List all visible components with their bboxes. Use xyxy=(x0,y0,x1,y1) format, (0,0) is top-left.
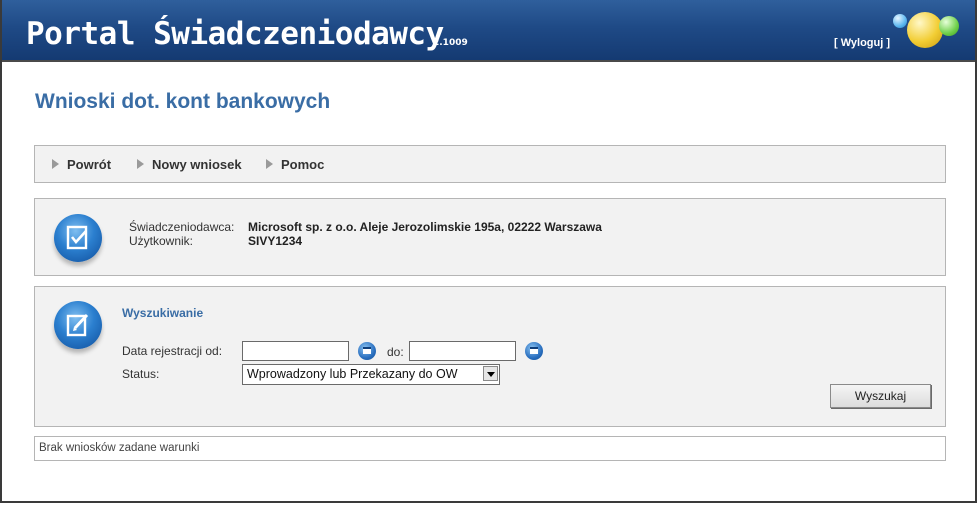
arrow-right-icon xyxy=(137,159,144,169)
arrow-right-icon xyxy=(266,159,273,169)
checkbox-document-icon xyxy=(54,214,102,262)
date-from-label: Data rejestracji od: xyxy=(122,344,223,358)
result-message-box: Brak wniosków zadane warunki xyxy=(34,436,946,461)
back-button[interactable]: Powrót xyxy=(52,157,111,172)
status-label: Status: xyxy=(122,367,160,381)
arrow-right-icon xyxy=(52,159,59,169)
logo-bubble-green xyxy=(939,16,959,36)
app-title: Portal Świadczeniodawcy xyxy=(26,16,444,52)
date-to-input[interactable] xyxy=(409,341,516,361)
app-window: Portal Świadczeniodawcy 2.1009 [ Wyloguj… xyxy=(0,0,977,503)
date-to-label: do: xyxy=(387,345,404,359)
help-button-label: Pomoc xyxy=(281,157,325,172)
user-value: SIVY1234 xyxy=(248,234,303,248)
user-label: Użytkownik: xyxy=(129,234,194,248)
provider-label: Świadczeniodawca: xyxy=(129,220,235,234)
info-panel: Świadczeniodawca: Microsoft sp. z o.o. A… xyxy=(34,198,946,276)
provider-value: Microsoft sp. z o.o. Aleje Jerozolimskie… xyxy=(248,220,602,234)
app-version: 2.1009 xyxy=(433,38,468,48)
date-from-input[interactable] xyxy=(242,341,349,361)
page-title: Wnioski dot. kont bankowych xyxy=(35,90,331,113)
status-select[interactable]: Wprowadzony lub Przekazany do OW xyxy=(242,364,500,385)
chevron-down-icon[interactable] xyxy=(483,366,498,381)
search-button[interactable]: Wyszukaj xyxy=(830,384,931,408)
back-button-label: Powrót xyxy=(67,157,112,172)
help-button[interactable]: Pomoc xyxy=(266,157,324,172)
calendar-icon[interactable] xyxy=(525,342,543,360)
toolbar: Powrót Nowy wniosek Pomoc xyxy=(34,145,946,183)
logo-bubble-yellow xyxy=(907,12,943,48)
search-heading: Wyszukiwanie xyxy=(122,306,204,320)
result-message: Brak wniosków zadane warunki xyxy=(39,442,200,454)
calendar-icon[interactable] xyxy=(358,342,376,360)
edit-document-icon xyxy=(54,301,102,349)
logo-bubble-blue xyxy=(893,14,907,28)
new-request-button[interactable]: Nowy wniosek xyxy=(137,157,242,172)
logout-link[interactable]: [ Wyloguj ] xyxy=(834,37,890,49)
app-header: Portal Świadczeniodawcy 2.1009 [ Wyloguj… xyxy=(2,0,975,62)
search-panel: Wyszukiwanie Data rejestracji od: do: St… xyxy=(34,286,946,427)
new-request-button-label: Nowy wniosek xyxy=(152,157,242,172)
status-select-value: Wprowadzony lub Przekazany do OW xyxy=(247,367,458,381)
